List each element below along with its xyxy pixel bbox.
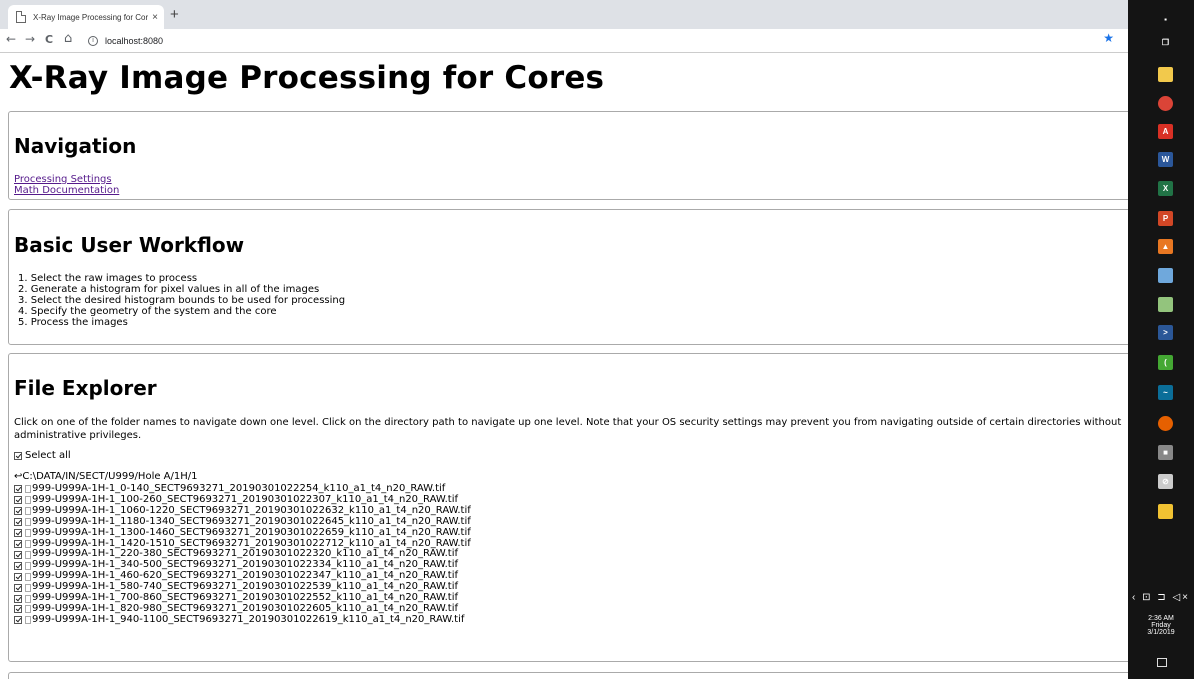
windows-start-icon[interactable]: ▪ [1158, 12, 1173, 27]
file-icon [25, 496, 31, 505]
home-button[interactable]: ⌂ [64, 31, 72, 46]
select-all-checkbox[interactable]: Select all [14, 450, 71, 461]
clock-time[interactable]: 2:36 AM [1128, 615, 1194, 622]
new-tab-button[interactable]: + [170, 6, 179, 23]
workflow-step: 3. Select the desired histogram bounds t… [18, 295, 346, 306]
excel-icon[interactable]: X [1158, 181, 1173, 196]
page-content: X-Ray Image Processing for Cores Navigat… [0, 54, 1128, 679]
file-checkbox[interactable] [14, 594, 22, 603]
file-icon [25, 539, 31, 548]
system-tray: ‹ ⊡ ⊐ ◁× 2:36 AM Friday 3/1/2019 [1128, 592, 1194, 636]
site-info-icon[interactable]: i [88, 35, 98, 46]
file-icon [25, 529, 31, 538]
file-icon [25, 594, 31, 603]
file-checkbox[interactable] [14, 529, 22, 538]
file-checkbox[interactable] [14, 485, 22, 494]
navigation-links: Processing Settings Math Documentation [14, 174, 119, 196]
file-explorer-icon[interactable] [1158, 67, 1173, 82]
file-name: 999-U999A-1H-1_940-1100_SECT9693271_2019… [32, 613, 465, 625]
file-checkbox[interactable] [14, 561, 22, 570]
file-row[interactable]: 999-U999A-1H-1_1300-1460_SECT9693271_201… [14, 526, 471, 539]
file-icon [25, 550, 31, 559]
file-checkbox[interactable] [14, 605, 22, 614]
page-title: X-Ray Image Processing for Cores [9, 60, 605, 96]
paint-icon[interactable] [1158, 268, 1173, 283]
file-icon [25, 561, 31, 570]
back-button[interactable]: ← [6, 32, 16, 46]
notepad-icon[interactable] [1158, 297, 1173, 312]
powerpoint-icon[interactable]: P [1158, 211, 1173, 226]
file-checkbox[interactable] [14, 616, 22, 625]
file-icon [25, 507, 31, 516]
file-checkbox[interactable] [14, 572, 22, 581]
next-panel-edge [8, 672, 1128, 679]
workflow-step: 2. Generate a histogram for pixel values… [18, 284, 320, 295]
url-text[interactable]: localhost:8080 [105, 36, 163, 46]
browser-tabstrip: X-Ray Image Processing for Cores × + [0, 0, 1128, 29]
math-documentation-link[interactable]: Math Documentation [14, 185, 119, 196]
clock-day[interactable]: Friday [1128, 622, 1194, 629]
tab-title: X-Ray Image Processing for Cores [33, 12, 149, 22]
workflow-step: 5. Process the images [18, 317, 128, 328]
app-window-icon[interactable]: ■ [1158, 445, 1173, 460]
file-name: 999-U999A-1H-1_1180-1340_SECT9693271_201… [32, 515, 471, 527]
action-center-icon[interactable] [1157, 658, 1167, 667]
tab-close-icon[interactable]: × [152, 12, 158, 23]
workflow-steps: 1. Select the raw images to process 2. G… [18, 273, 345, 328]
file-checkbox[interactable] [14, 518, 22, 527]
directory-path-link[interactable]: ↩C:\DATA/IN/SECT/U999/Hole A/1H/1 [14, 471, 198, 482]
workflow-heading: Basic User Workflow [14, 233, 245, 257]
firefox-icon[interactable] [1158, 416, 1173, 431]
forward-button[interactable]: → [25, 32, 35, 46]
file-explorer-heading: File Explorer [14, 376, 157, 400]
word-icon[interactable]: W [1158, 152, 1173, 167]
file-row[interactable]: 999-U999A-1H-1_940-1100_SECT9693271_2019… [14, 613, 471, 626]
file-checkbox[interactable] [14, 539, 22, 548]
image-viewer-icon[interactable] [1158, 504, 1173, 519]
browser-tab[interactable]: X-Ray Image Processing for Cores × [8, 5, 164, 29]
reload-button[interactable]: C [45, 33, 53, 46]
navigation-panel: Navigation Processing Settings Math Docu… [8, 111, 1128, 200]
anaconda-icon[interactable]: ( [1158, 355, 1173, 370]
address-bar[interactable]: i localhost:8080 ★ [88, 31, 1124, 50]
chrome-icon[interactable] [1158, 96, 1173, 111]
file-icon [25, 605, 31, 614]
file-checkbox[interactable] [14, 550, 22, 559]
acrobat-icon[interactable]: A [1158, 124, 1173, 139]
file-checkbox[interactable] [14, 507, 22, 516]
workflow-step: 1. Select the raw images to process [18, 273, 198, 284]
file-icon [25, 518, 31, 527]
tray-icons[interactable]: ‹ ⊡ ⊐ ◁× [1128, 592, 1194, 603]
file-list: 999-U999A-1H-1_0-140_SECT9693271_2019030… [14, 483, 471, 626]
file-icon [25, 616, 31, 625]
file-checkbox[interactable] [14, 583, 22, 592]
workflow-step: 4. Specify the geometry of the system an… [18, 306, 277, 317]
task-view-icon[interactable]: ❐ [1158, 35, 1173, 50]
file-icon [25, 485, 31, 494]
page-favicon-icon [16, 11, 26, 23]
powershell-icon[interactable]: > [1158, 325, 1173, 340]
file-explorer-panel: File Explorer Click on one of the folder… [8, 353, 1128, 662]
file-explorer-description: Click on one of the folder names to navi… [14, 417, 1122, 441]
file-checkbox[interactable] [14, 496, 22, 505]
file-name: 999-U999A-1H-1_1300-1460_SECT9693271_201… [32, 526, 471, 538]
file-icon [25, 583, 31, 592]
browser-toolbar: ← → C ⌂ i localhost:8080 ★ [0, 29, 1128, 53]
windows-taskbar: ▪ ❐ A W X P ▲ > ( ~ ■ ⊘ [1128, 0, 1194, 679]
checkbox-checked-icon[interactable] [14, 451, 22, 460]
matlab-icon[interactable]: ▲ [1158, 239, 1173, 254]
navigation-heading: Navigation [14, 134, 137, 158]
workflow-panel: Basic User Workflow 1. Select the raw im… [8, 209, 1128, 345]
select-all-label: Select all [25, 450, 71, 461]
network-icon[interactable]: ~ [1158, 385, 1173, 400]
clock-app-icon[interactable]: ⊘ [1158, 474, 1173, 489]
bookmark-star-icon[interactable]: ★ [1103, 31, 1114, 45]
processing-settings-link[interactable]: Processing Settings [14, 174, 119, 185]
file-row[interactable]: 999-U999A-1H-1_1180-1340_SECT9693271_201… [14, 515, 471, 528]
clock-date[interactable]: 3/1/2019 [1128, 629, 1194, 636]
file-icon [25, 572, 31, 581]
